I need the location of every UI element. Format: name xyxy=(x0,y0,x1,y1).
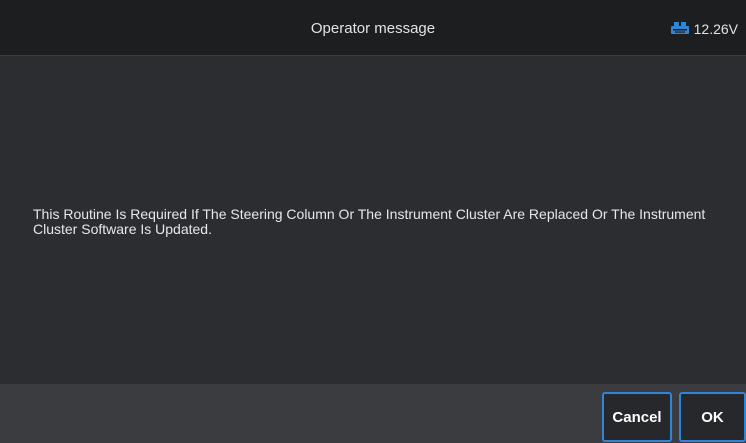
battery-voltage-indicator: 12.26V xyxy=(670,0,738,56)
button-bar: Cancel OK xyxy=(0,384,746,443)
cancel-button[interactable]: Cancel xyxy=(602,392,672,442)
title-bar: Operator message 12.26V xyxy=(0,0,746,56)
voltage-reading: 12.26V xyxy=(693,21,738,37)
ok-button[interactable]: OK xyxy=(679,392,746,442)
car-battery-icon xyxy=(670,20,690,36)
dialog-title: Operator message xyxy=(310,20,436,37)
message-body: This Routine Is Required If The Steering… xyxy=(0,56,746,384)
operator-message-text: This Routine Is Required If The Steering… xyxy=(33,206,706,237)
